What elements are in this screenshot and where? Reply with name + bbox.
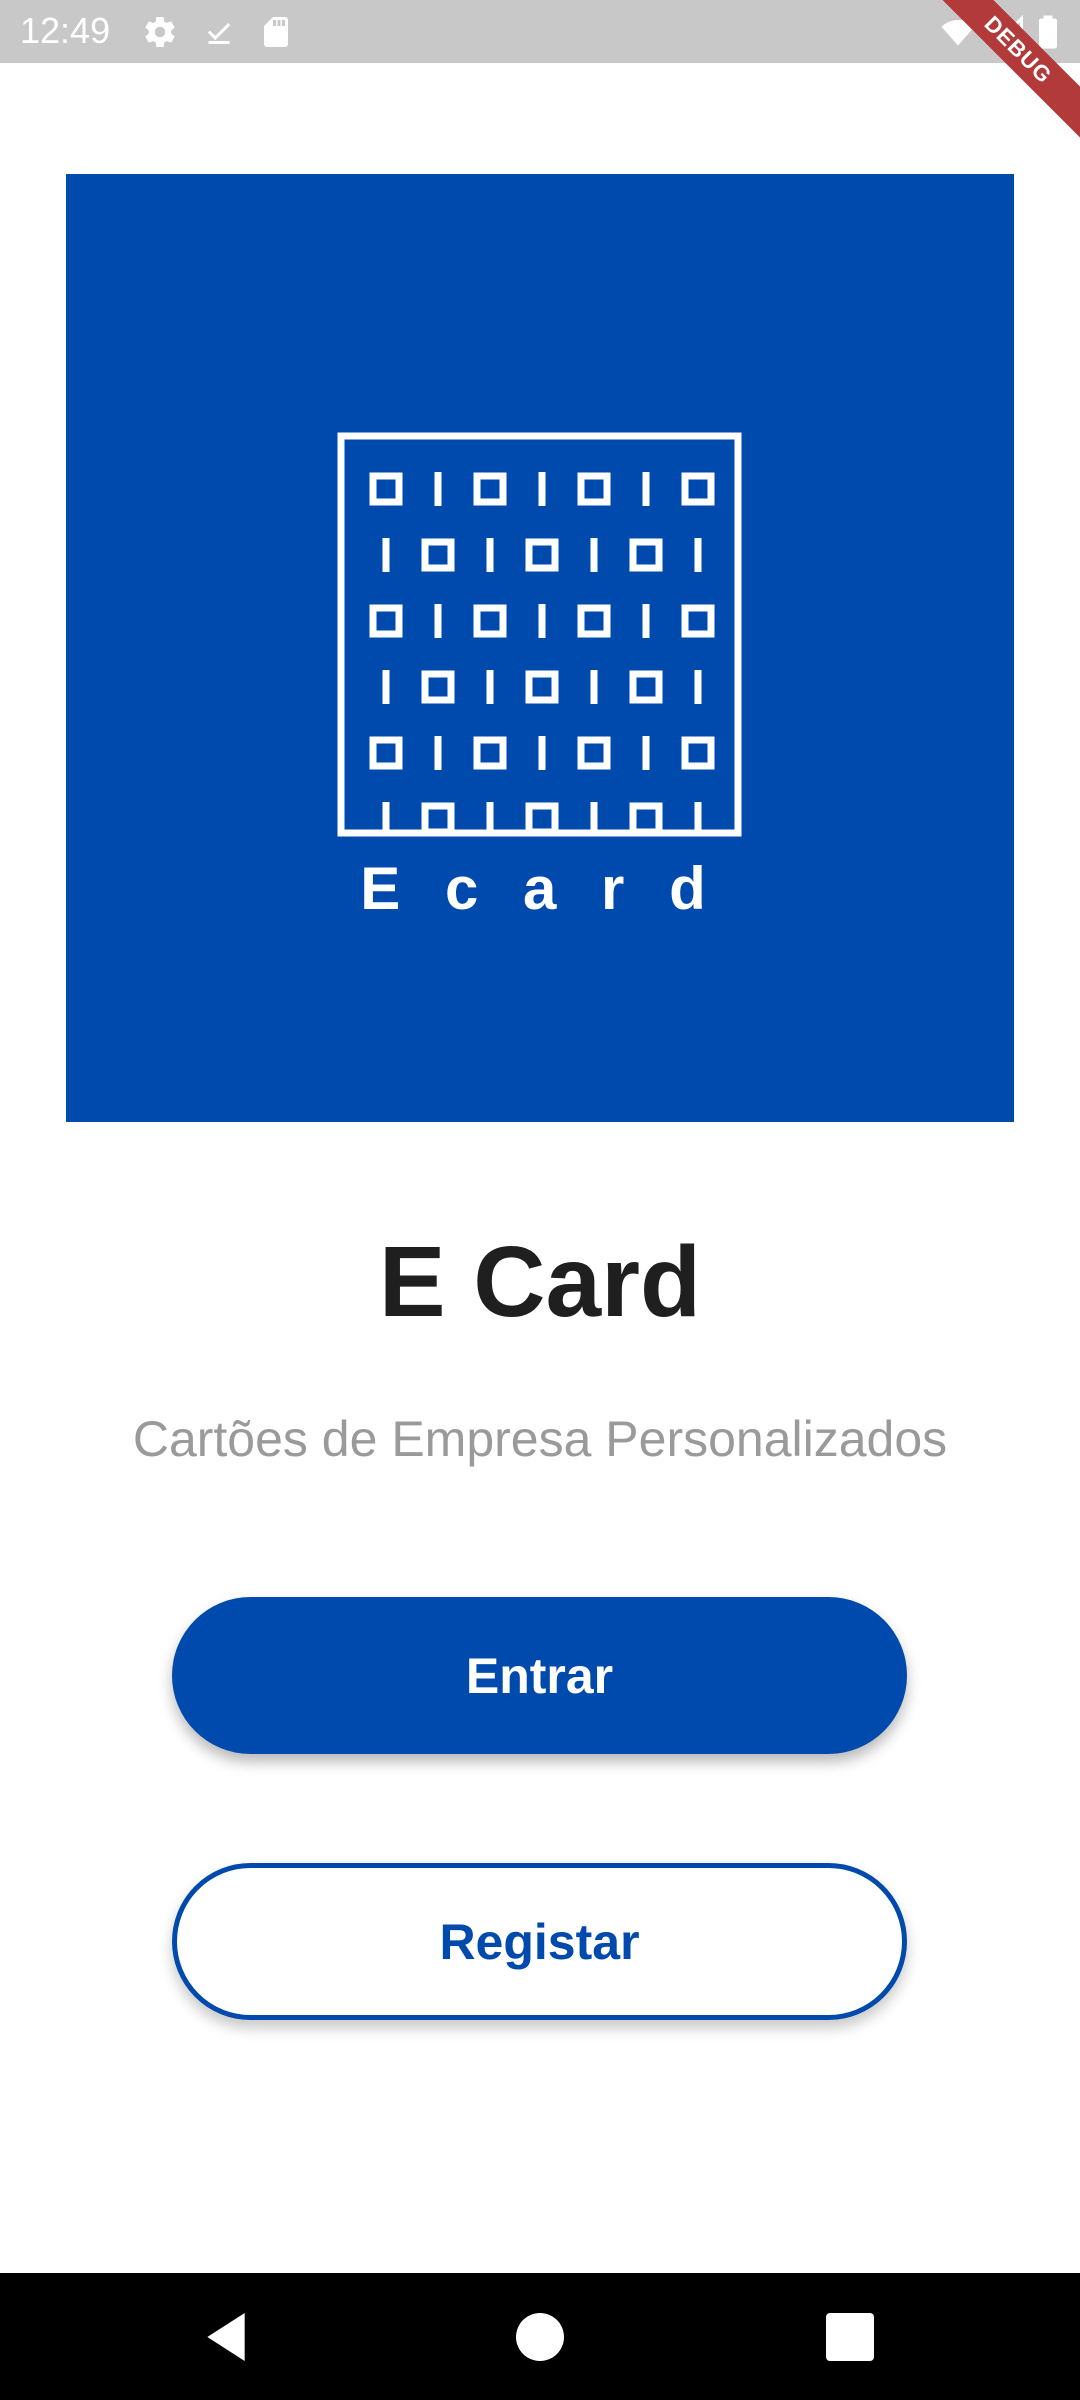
- binary-one: [590, 670, 598, 704]
- ecard-logo-graphic: E c a r d: [337, 432, 742, 922]
- battery-icon: [1036, 14, 1060, 50]
- login-button-label: Entrar: [465, 1647, 614, 1704]
- home-icon[interactable]: [508, 2305, 572, 2369]
- binary-one: [590, 538, 598, 572]
- binary-one: [382, 670, 390, 704]
- status-bar: 12:49: [0, 0, 1080, 63]
- binary-zero: [525, 538, 559, 572]
- status-time: 12:49: [20, 10, 111, 51]
- binary-one: [538, 472, 546, 506]
- app-logo: E c a r d: [66, 174, 1014, 1122]
- binary-one: [434, 736, 442, 770]
- recents-icon[interactable]: [818, 2305, 882, 2369]
- binary-one: [434, 604, 442, 638]
- settings-icon: [142, 14, 178, 50]
- binary-zero: [681, 736, 715, 770]
- binary-zero: [473, 604, 507, 638]
- register-button-label: Registar: [439, 1913, 640, 1970]
- binary-zero: [421, 670, 455, 704]
- binary-one: [642, 472, 650, 506]
- login-button[interactable]: Entrar: [172, 1597, 907, 1754]
- binary-one: [382, 538, 390, 572]
- binary-pattern: [369, 472, 715, 836]
- binary-one: [486, 538, 494, 572]
- binary-zero: [525, 802, 559, 836]
- binary-one: [434, 472, 442, 506]
- sd-card-icon: [258, 14, 294, 50]
- binary-one: [486, 802, 494, 836]
- binary-one: [590, 802, 598, 836]
- binary-one: [642, 736, 650, 770]
- app-title: E Card: [378, 1226, 702, 1338]
- binary-zero: [369, 472, 403, 506]
- binary-zero: [421, 802, 455, 836]
- binary-zero: [577, 472, 611, 506]
- back-icon[interactable]: [194, 2305, 258, 2369]
- binary-zero: [577, 736, 611, 770]
- download-done-icon: [201, 14, 237, 50]
- binary-zero: [369, 736, 403, 770]
- binary-zero: [369, 604, 403, 638]
- logo-wordmark: E c a r d: [360, 855, 719, 922]
- binary-zero: [473, 736, 507, 770]
- binary-zero: [577, 604, 611, 638]
- binary-zero: [421, 538, 455, 572]
- binary-zero: [525, 670, 559, 704]
- binary-zero: [629, 802, 663, 836]
- binary-zero: [681, 472, 715, 506]
- binary-one: [694, 538, 702, 572]
- binary-one: [538, 736, 546, 770]
- binary-one: [538, 604, 546, 638]
- binary-zero: [629, 670, 663, 704]
- binary-one: [382, 802, 390, 836]
- binary-zero: [629, 538, 663, 572]
- binary-one: [642, 604, 650, 638]
- binary-zero: [473, 472, 507, 506]
- binary-one: [486, 670, 494, 704]
- app-subtitle: Cartões de Empresa Personalizados: [132, 1411, 948, 1467]
- system-nav-bar: [0, 2273, 1080, 2400]
- binary-one: [694, 670, 702, 704]
- register-button[interactable]: Registar: [172, 1863, 907, 2020]
- binary-zero: [681, 604, 715, 638]
- binary-one: [694, 802, 702, 836]
